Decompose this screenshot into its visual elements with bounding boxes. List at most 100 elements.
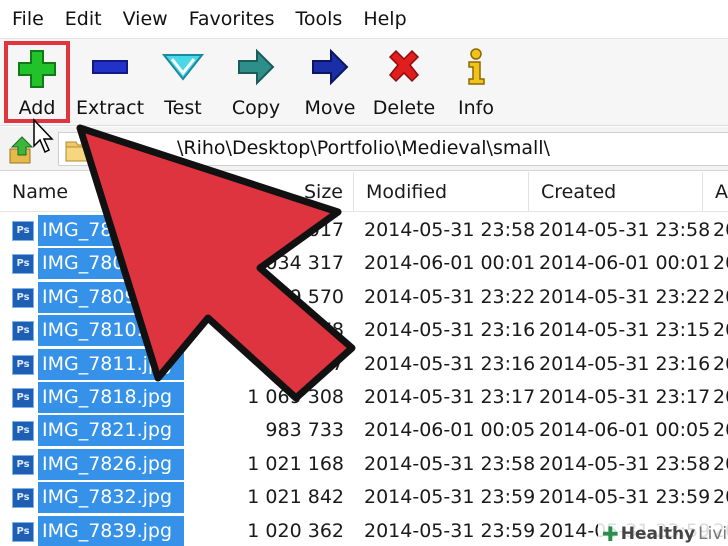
file-name-cell[interactable]: Ps IMG_7803.jpg [8,214,184,247]
file-name-cell[interactable]: Ps IMG_7811.jpg [8,348,184,381]
column-name[interactable]: Name [0,172,178,212]
file-modified: 2014-06-01 00:05 [364,419,536,442]
column-accessed[interactable]: A [703,172,728,212]
file-modified: 2014-05-31 23:17 [364,385,536,408]
file-name-cell[interactable]: Ps IMG_7821.jpg [8,414,184,447]
file-accessed: 20 [713,419,728,442]
watermark-plus-icon: ✚ [602,521,619,546]
info-button[interactable]: Info [452,45,500,121]
up-folder-icon[interactable] [8,135,38,165]
file-name-cell[interactable]: Ps IMG_7826.jpg [8,448,184,481]
move-button[interactable]: Move [300,45,360,121]
delete-label: Delete [372,97,436,119]
column-created[interactable]: Created [529,172,703,212]
file-created: 2014-05-31 23:17 [539,385,711,408]
table-row[interactable]: Ps IMG_7811.jpg 611 987 2014-05-31 23:16… [0,348,728,381]
file-modified: 2014-05-31 23:22 [364,285,536,308]
menu-edit[interactable]: Edit [65,8,102,30]
file-name: IMG_7803.jpg [42,219,173,241]
file-created: 2014-05-31 23:15 [539,319,711,342]
table-row[interactable]: Ps IMG_7809.jpg 1 079 570 2014-05-31 23:… [0,281,728,314]
file-created: 2014-06-01 00:01 [539,252,711,275]
folder-icon [65,138,95,162]
file-name-cell[interactable]: Ps IMG_7818.jpg [8,381,184,414]
column-size[interactable]: Size [178,172,354,212]
copy-arrow-icon [233,45,279,89]
photoshop-file-icon: Ps [12,254,34,275]
move-label: Move [304,97,356,119]
path-text: \Riho\Desktop\Portfolio\Medieval\small\ [177,137,550,159]
menu-tools[interactable]: Tools [296,8,343,30]
checkmark-icon [160,45,206,89]
photoshop-file-icon: Ps [12,221,34,241]
file-modified: 2014-05-31 23:59 [364,519,536,542]
file-size: 1 090 017 [247,219,344,241]
photoshop-file-icon: Ps [12,421,34,442]
menu-file[interactable]: File [12,8,44,30]
file-name: IMG_7832.jpg [42,486,173,509]
file-created: 2014-05-31 23:22 [539,285,711,308]
file-name-cell[interactable]: Ps IMG_7809.jpg [8,281,184,314]
file-name: IMG_7809.jpg [42,285,173,308]
menu-favorites[interactable]: Favorites [189,8,275,30]
file-modified: 2014-06-01 00:01 [364,252,536,275]
extract-label: Extract [75,97,145,119]
file-size: 1 021 168 [247,452,344,475]
file-created: 2014-05-31 23:58 [539,219,711,241]
file-created: 2014-05-31 23:16 [539,352,711,375]
delete-x-icon [381,45,427,89]
watermark-brand: Healthy [620,523,696,544]
file-name: IMG_7826.jpg [42,452,173,475]
file-modified: 2014-05-31 23:58 [364,452,536,475]
file-name: IMG_7810.jpg [42,319,173,342]
menu-view[interactable]: View [123,8,168,30]
file-accessed: 20 [713,285,728,308]
file-name: IMG_7806.jpg [42,252,173,275]
test-label: Test [164,97,202,119]
add-button[interactable]: Add [4,41,70,123]
address-bar: \Riho\Desktop\Portfolio\Medieval\small\ [0,127,728,171]
file-list: Ps IMG_7803.jpg 1 090 017 2014-05-31 23:… [0,214,728,546]
file-name: IMG_7821.jpg [42,419,173,442]
table-row[interactable]: Ps IMG_7826.jpg 1 021 168 2014-05-31 23:… [0,448,728,481]
photoshop-file-icon: Ps [12,521,34,542]
table-row[interactable]: Ps IMG_7806.jpg 1 034 317 2014-06-01 00:… [0,247,728,280]
file-size: 983 733 [265,419,344,442]
column-modified[interactable]: Modified [354,172,529,212]
path-input[interactable]: \Riho\Desktop\Portfolio\Medieval\small\ [58,132,728,166]
file-name-cell[interactable]: Ps IMG_7806.jpg [8,247,184,280]
copy-button[interactable]: Copy [226,45,286,121]
table-row[interactable]: Ps IMG_7832.jpg 1 021 842 2014-05-31 23:… [0,481,728,514]
file-size: 611 987 [265,352,344,375]
table-row[interactable]: Ps IMG_7821.jpg 983 733 2014-06-01 00:05… [0,414,728,447]
photoshop-file-icon: Ps [12,488,34,509]
move-arrow-icon [307,45,353,89]
file-name-cell[interactable]: Ps IMG_7839.jpg [8,515,184,546]
file-name: IMG_7818.jpg [42,385,173,408]
photoshop-file-icon: Ps [12,387,34,408]
toolbar: Add Extract Test Copy Move Delete Info [0,38,728,126]
file-size: 1 079 570 [247,285,344,308]
file-created: 2014-06-01 00:05 [539,419,711,442]
menu-help[interactable]: Help [363,8,406,30]
photoshop-file-icon: Ps [12,321,34,342]
copy-label: Copy [231,97,281,119]
extract-button[interactable]: Extract [76,45,144,121]
file-modified: 2014-05-31 23:59 [364,486,536,509]
file-modified: 2014-05-31 23:16 [364,319,536,342]
file-name-cell[interactable]: Ps IMG_7832.jpg [8,481,184,514]
file-modified: 2014-05-31 23:58 [364,219,536,241]
file-accessed: 20 [713,319,728,342]
watermark-brand-2: Living [698,523,728,544]
file-name-cell[interactable]: Ps IMG_7810.jpg [8,314,184,347]
photoshop-file-icon: Ps [12,287,34,308]
file-accessed: 20 [713,352,728,375]
file-size: 1 021 842 [247,486,344,509]
table-row[interactable]: Ps IMG_7803.jpg 1 090 017 2014-05-31 23:… [0,214,728,247]
table-row[interactable]: Ps IMG_7810.jpg 1 046 778 2014-05-31 23:… [0,314,728,347]
test-button[interactable]: Test [156,45,210,121]
file-name: IMG_7839.jpg [42,519,173,542]
table-row[interactable]: Ps IMG_7818.jpg 1 069 308 2014-05-31 23:… [0,381,728,414]
photoshop-file-icon: Ps [12,354,34,375]
delete-button[interactable]: Delete [372,45,436,121]
